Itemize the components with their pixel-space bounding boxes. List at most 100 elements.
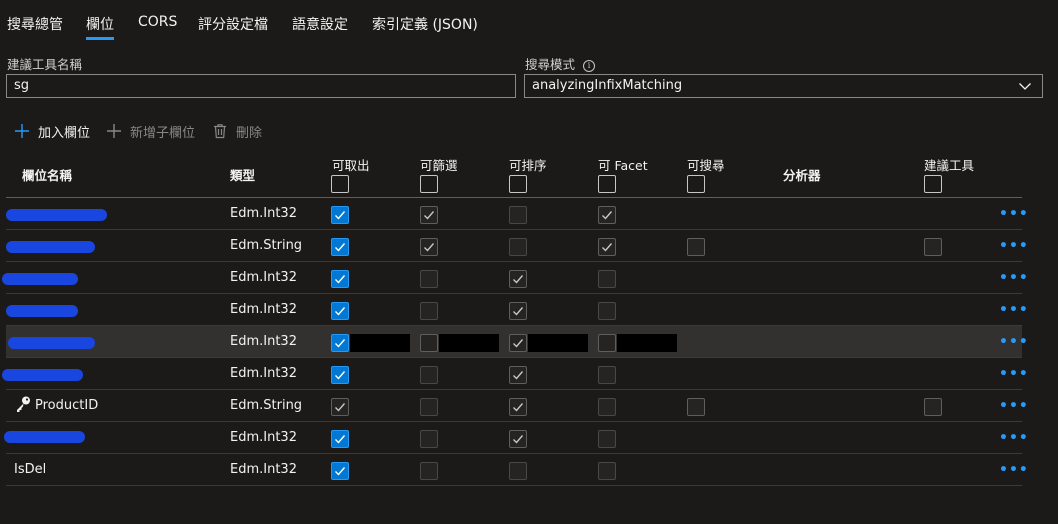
column-header-type[interactable]: 類型 [230, 165, 255, 184]
filterable-checkbox[interactable] [420, 430, 438, 448]
checkmark-icon [513, 339, 524, 348]
filterable-checkbox[interactable] [420, 238, 438, 256]
suggester-checkbox[interactable] [924, 238, 942, 256]
filterable-checkbox[interactable] [420, 334, 438, 352]
checkmark-icon [335, 435, 346, 444]
sortable-checkbox[interactable] [509, 206, 527, 224]
retrievable-checkbox[interactable] [331, 302, 349, 320]
filterable-checkbox[interactable] [420, 270, 438, 288]
tab-semantic-config[interactable]: 語意設定 [292, 14, 348, 34]
facetable-checkbox[interactable] [598, 462, 616, 480]
tab-fields[interactable]: 欄位 [86, 14, 114, 34]
search-mode-dropdown[interactable]: analyzingInfixMatching [524, 74, 1043, 98]
field-name: IsDel [14, 462, 47, 477]
retrievable-checkbox[interactable] [331, 238, 349, 256]
facetable-checkbox[interactable] [598, 302, 616, 320]
field-type: Edm.Int32 [230, 302, 297, 317]
facetable-checkbox[interactable] [598, 430, 616, 448]
retrievable-checkbox[interactable] [331, 430, 349, 448]
trash-icon [214, 124, 226, 139]
filterable-checkbox[interactable] [420, 398, 438, 416]
sortable-checkbox[interactable] [509, 302, 527, 320]
tab-scoring-profiles[interactable]: 評分設定檔 [198, 14, 268, 34]
sortable-checkbox[interactable] [509, 334, 527, 352]
select-all-filterable-checkbox[interactable] [420, 175, 438, 193]
retrievable-checkbox[interactable] [331, 334, 349, 352]
more-options-button[interactable]: ••• [999, 398, 1029, 414]
checkmark-icon [335, 275, 346, 284]
column-header-searchable: 可搜尋 [687, 158, 725, 173]
retrievable-checkbox[interactable] [331, 366, 349, 384]
checkmark-icon [335, 243, 346, 252]
more-options-button[interactable]: ••• [999, 366, 1029, 382]
select-all-searchable-checkbox[interactable] [687, 175, 705, 193]
add-subfield-button[interactable]: 新增子欄位 [106, 120, 195, 142]
sortable-checkbox[interactable] [509, 398, 527, 416]
checkmark-icon [335, 467, 346, 476]
more-options-button[interactable]: ••• [999, 270, 1029, 286]
retrievable-checkbox[interactable] [331, 462, 349, 480]
tab-search-explorer[interactable]: 搜尋總管 [7, 14, 63, 34]
suggester-name-input[interactable]: sg [6, 74, 516, 98]
redacted-field-name [8, 337, 95, 349]
facetable-checkbox[interactable] [598, 366, 616, 384]
retrievable-checkbox[interactable] [331, 270, 349, 288]
add-icon [107, 124, 121, 138]
redacted-field-name [2, 369, 83, 381]
filterable-checkbox[interactable] [420, 462, 438, 480]
facetable-checkbox[interactable] [598, 398, 616, 416]
searchable-checkbox[interactable] [687, 398, 705, 416]
suggester-checkbox[interactable] [924, 398, 942, 416]
sortable-checkbox[interactable] [509, 430, 527, 448]
facetable-checkbox[interactable] [598, 238, 616, 256]
column-header-suggester: 建議工具 [924, 158, 975, 173]
delete-button[interactable]: 刪除 [212, 120, 262, 142]
select-all-sortable-checkbox[interactable] [509, 175, 527, 193]
column-header-sortable: 可排序 [509, 158, 547, 173]
filterable-checkbox[interactable] [420, 302, 438, 320]
checkmark-icon [335, 371, 346, 380]
more-options-button[interactable]: ••• [999, 334, 1029, 350]
field-type: Edm.Int32 [230, 334, 297, 349]
more-options-button[interactable]: ••• [999, 302, 1029, 318]
more-options-button[interactable]: ••• [999, 206, 1029, 222]
column-header-retrievable: 可取出 [332, 158, 370, 173]
add-field-button[interactable]: 加入欄位 [14, 120, 90, 142]
retrievable-checkbox[interactable] [331, 206, 349, 224]
info-icon[interactable]: i [583, 60, 596, 72]
add-icon [15, 124, 29, 138]
select-all-facetable-checkbox[interactable] [598, 175, 616, 193]
search-mode-label-text: 搜尋模式 [525, 57, 576, 72]
suggester-name-label: 建議工具名稱 [7, 57, 83, 72]
filterable-checkbox[interactable] [420, 366, 438, 384]
tab-cors[interactable]: CORS [138, 14, 177, 30]
more-options-button[interactable]: ••• [999, 430, 1029, 446]
more-options-button[interactable]: ••• [999, 462, 1029, 478]
select-all-suggester-checkbox[interactable] [924, 175, 942, 193]
checkmark-icon [424, 211, 435, 220]
field-type: Edm.Int32 [230, 366, 297, 381]
more-options-button[interactable]: ••• [999, 238, 1029, 254]
facetable-checkbox[interactable] [598, 206, 616, 224]
checkmark-icon [513, 275, 524, 284]
redaction-block [350, 334, 410, 352]
checkmark-icon [335, 211, 346, 220]
checkmark-icon [513, 435, 524, 444]
redacted-field-name [6, 305, 78, 317]
retrievable-checkbox[interactable] [331, 398, 349, 416]
field-type: Edm.Int32 [230, 206, 297, 221]
sortable-checkbox[interactable] [509, 366, 527, 384]
sortable-checkbox[interactable] [509, 238, 527, 256]
chevron-down-icon [1019, 83, 1031, 90]
column-header-facetable: 可 Facet [598, 158, 648, 173]
searchable-checkbox[interactable] [687, 238, 705, 256]
checkmark-icon [513, 403, 524, 412]
facetable-checkbox[interactable] [598, 270, 616, 288]
filterable-checkbox[interactable] [420, 206, 438, 224]
sortable-checkbox[interactable] [509, 270, 527, 288]
select-all-retrievable-checkbox[interactable] [331, 175, 349, 193]
tab-index-definition-json[interactable]: 索引定義 (JSON) [372, 14, 478, 34]
facetable-checkbox[interactable] [598, 334, 616, 352]
sortable-checkbox[interactable] [509, 462, 527, 480]
column-header-name[interactable]: 欄位名稱 [22, 165, 72, 184]
